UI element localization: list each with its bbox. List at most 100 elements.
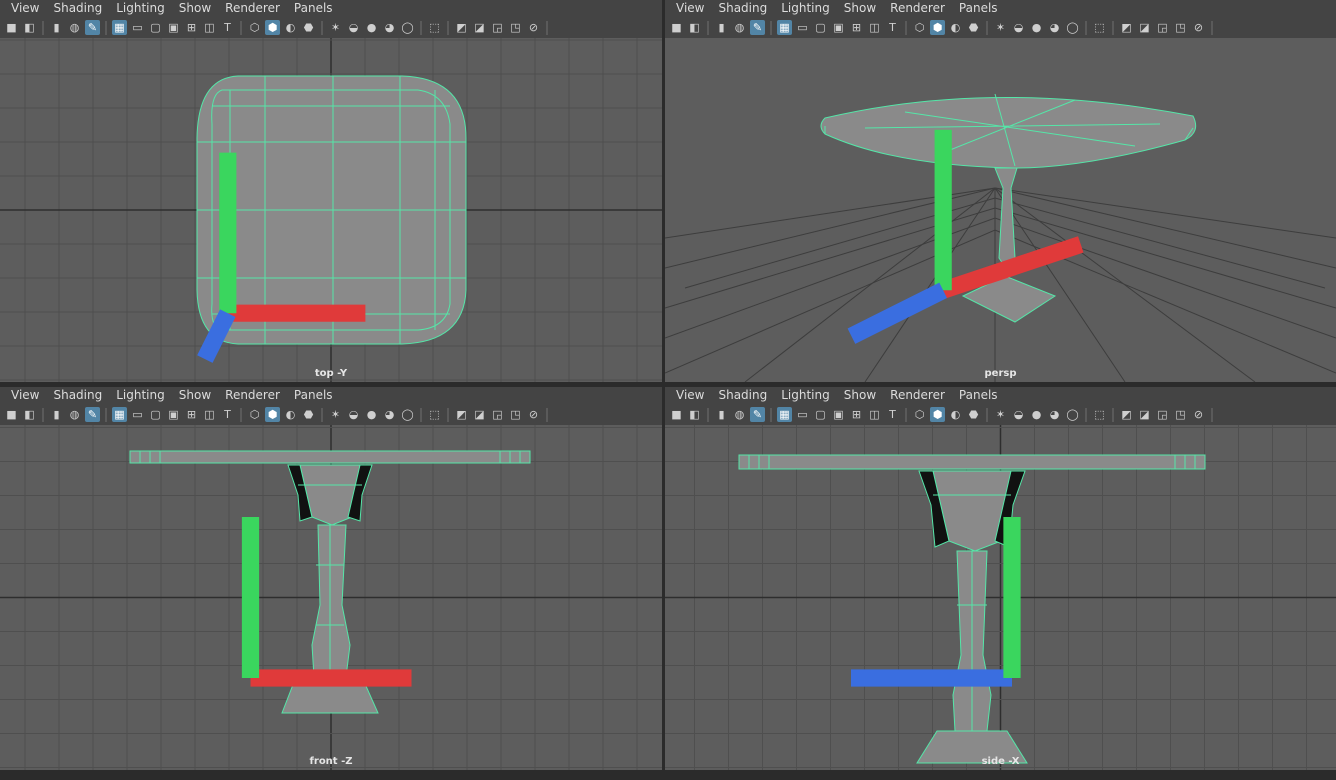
textured-icon[interactable]: ⬣ — [301, 20, 316, 35]
menu-view[interactable]: View — [676, 0, 704, 17]
viewport-pane-persp[interactable]: View Shading Lighting Show Renderer Pane… — [665, 0, 1336, 382]
backface-icon[interactable]: ◳ — [508, 20, 523, 35]
grid-toggle-icon[interactable]: ▦ — [777, 407, 792, 422]
backface-icon[interactable]: ◳ — [1173, 407, 1188, 422]
safe-title-icon[interactable]: T — [220, 20, 235, 35]
pencil-icon[interactable]: ✎ — [750, 407, 765, 422]
hud-icon[interactable]: ⊘ — [1191, 20, 1206, 35]
resolution-gate-icon[interactable]: ▢ — [148, 407, 163, 422]
bookmark-icon[interactable]: ▮ — [49, 20, 64, 35]
camera-icon[interactable]: ■ — [669, 407, 684, 422]
xray-joints-icon[interactable]: ◪ — [472, 407, 487, 422]
anti-aliasing-icon[interactable]: ◯ — [400, 407, 415, 422]
safe-action-icon[interactable]: ◫ — [867, 20, 882, 35]
hud-icon[interactable]: ⊘ — [1191, 407, 1206, 422]
viewport-pane-front[interactable]: View Shading Lighting Show Renderer Pane… — [0, 387, 662, 770]
screen-ambient-occlusion-icon[interactable]: ● — [364, 20, 379, 35]
smooth-shade-icon[interactable]: ⬢ — [265, 407, 280, 422]
menu-view[interactable]: View — [11, 387, 39, 404]
grid-toggle-icon[interactable]: ▦ — [112, 20, 127, 35]
shade-all-icon[interactable]: ◐ — [283, 407, 298, 422]
safe-action-icon[interactable]: ◫ — [867, 407, 882, 422]
menu-lighting[interactable]: Lighting — [781, 0, 830, 17]
film-gate-icon[interactable]: ▭ — [795, 407, 810, 422]
menu-lighting[interactable]: Lighting — [116, 387, 165, 404]
menu-shading[interactable]: Shading — [718, 387, 767, 404]
lights-icon[interactable]: ✶ — [993, 407, 1008, 422]
textured-icon[interactable]: ⬣ — [966, 407, 981, 422]
anti-aliasing-icon[interactable]: ◯ — [1065, 407, 1080, 422]
isolate-select-icon[interactable]: ⬚ — [427, 20, 442, 35]
xray-icon[interactable]: ◩ — [454, 407, 469, 422]
menu-show[interactable]: Show — [179, 387, 211, 404]
grid-toggle-icon[interactable]: ▦ — [777, 20, 792, 35]
camera-icon[interactable]: ■ — [669, 20, 684, 35]
menu-panels[interactable]: Panels — [959, 0, 998, 17]
film-gate-icon[interactable]: ▭ — [130, 20, 145, 35]
safe-title-icon[interactable]: T — [885, 20, 900, 35]
shadows-icon[interactable]: ◒ — [1011, 20, 1026, 35]
shade-all-icon[interactable]: ◐ — [948, 20, 963, 35]
snapshot-icon[interactable]: ◍ — [732, 20, 747, 35]
menu-view[interactable]: View — [676, 387, 704, 404]
menu-shading[interactable]: Shading — [718, 0, 767, 17]
grid-toggle-icon[interactable]: ▦ — [112, 407, 127, 422]
isolate-select-icon[interactable]: ⬚ — [1092, 407, 1107, 422]
smooth-shade-icon[interactable]: ⬢ — [930, 20, 945, 35]
motion-blur-icon[interactable]: ◕ — [382, 20, 397, 35]
gate-mask-icon[interactable]: ▣ — [166, 20, 181, 35]
menu-shading[interactable]: Shading — [53, 387, 102, 404]
lights-icon[interactable]: ✶ — [328, 20, 343, 35]
camera-icon[interactable]: ■ — [4, 407, 19, 422]
menu-lighting[interactable]: Lighting — [781, 387, 830, 404]
motion-blur-icon[interactable]: ◕ — [1047, 407, 1062, 422]
film-gate-icon[interactable]: ▭ — [795, 20, 810, 35]
snapshot-icon[interactable]: ◍ — [67, 407, 82, 422]
wireframe-icon[interactable]: ⬡ — [247, 20, 262, 35]
safe-title-icon[interactable]: T — [220, 407, 235, 422]
menu-renderer[interactable]: Renderer — [890, 387, 945, 404]
shadows-icon[interactable]: ◒ — [346, 407, 361, 422]
xray-components-icon[interactable]: ◲ — [1155, 20, 1170, 35]
field-chart-icon[interactable]: ⊞ — [849, 20, 864, 35]
field-chart-icon[interactable]: ⊞ — [184, 407, 199, 422]
textured-icon[interactable]: ⬣ — [966, 20, 981, 35]
anti-aliasing-icon[interactable]: ◯ — [400, 20, 415, 35]
wireframe-icon[interactable]: ⬡ — [912, 20, 927, 35]
anti-aliasing-icon[interactable]: ◯ — [1065, 20, 1080, 35]
smooth-shade-icon[interactable]: ⬢ — [265, 20, 280, 35]
backface-icon[interactable]: ◳ — [1173, 20, 1188, 35]
shadows-icon[interactable]: ◒ — [1011, 407, 1026, 422]
xray-joints-icon[interactable]: ◪ — [472, 20, 487, 35]
hud-icon[interactable]: ⊘ — [526, 20, 541, 35]
menu-panels[interactable]: Panels — [294, 0, 333, 17]
menu-panels[interactable]: Panels — [959, 387, 998, 404]
xray-components-icon[interactable]: ◲ — [490, 407, 505, 422]
menu-renderer[interactable]: Renderer — [225, 387, 280, 404]
xray-icon[interactable]: ◩ — [1119, 20, 1134, 35]
lights-icon[interactable]: ✶ — [993, 20, 1008, 35]
film-gate-icon[interactable]: ▭ — [130, 407, 145, 422]
camera-attr-icon[interactable]: ◧ — [687, 20, 702, 35]
menu-show[interactable]: Show — [179, 0, 211, 17]
menu-view[interactable]: View — [11, 0, 39, 17]
bookmark-icon[interactable]: ▮ — [49, 407, 64, 422]
viewport-pane-top[interactable]: View Shading Lighting Show Renderer Pane… — [0, 0, 662, 382]
xray-icon[interactable]: ◩ — [454, 20, 469, 35]
pencil-icon[interactable]: ✎ — [85, 407, 100, 422]
smooth-shade-icon[interactable]: ⬢ — [930, 407, 945, 422]
safe-action-icon[interactable]: ◫ — [202, 407, 217, 422]
isolate-select-icon[interactable]: ⬚ — [427, 407, 442, 422]
screen-ambient-occlusion-icon[interactable]: ● — [1029, 20, 1044, 35]
viewport-persp[interactable]: persp — [665, 38, 1336, 382]
resolution-gate-icon[interactable]: ▢ — [813, 20, 828, 35]
xray-joints-icon[interactable]: ◪ — [1137, 20, 1152, 35]
pencil-icon[interactable]: ✎ — [85, 20, 100, 35]
resolution-gate-icon[interactable]: ▢ — [813, 407, 828, 422]
xray-components-icon[interactable]: ◲ — [1155, 407, 1170, 422]
gate-mask-icon[interactable]: ▣ — [166, 407, 181, 422]
gate-mask-icon[interactable]: ▣ — [831, 20, 846, 35]
menu-renderer[interactable]: Renderer — [225, 0, 280, 17]
viewport-pane-side[interactable]: View Shading Lighting Show Renderer Pane… — [665, 387, 1336, 770]
safe-action-icon[interactable]: ◫ — [202, 20, 217, 35]
